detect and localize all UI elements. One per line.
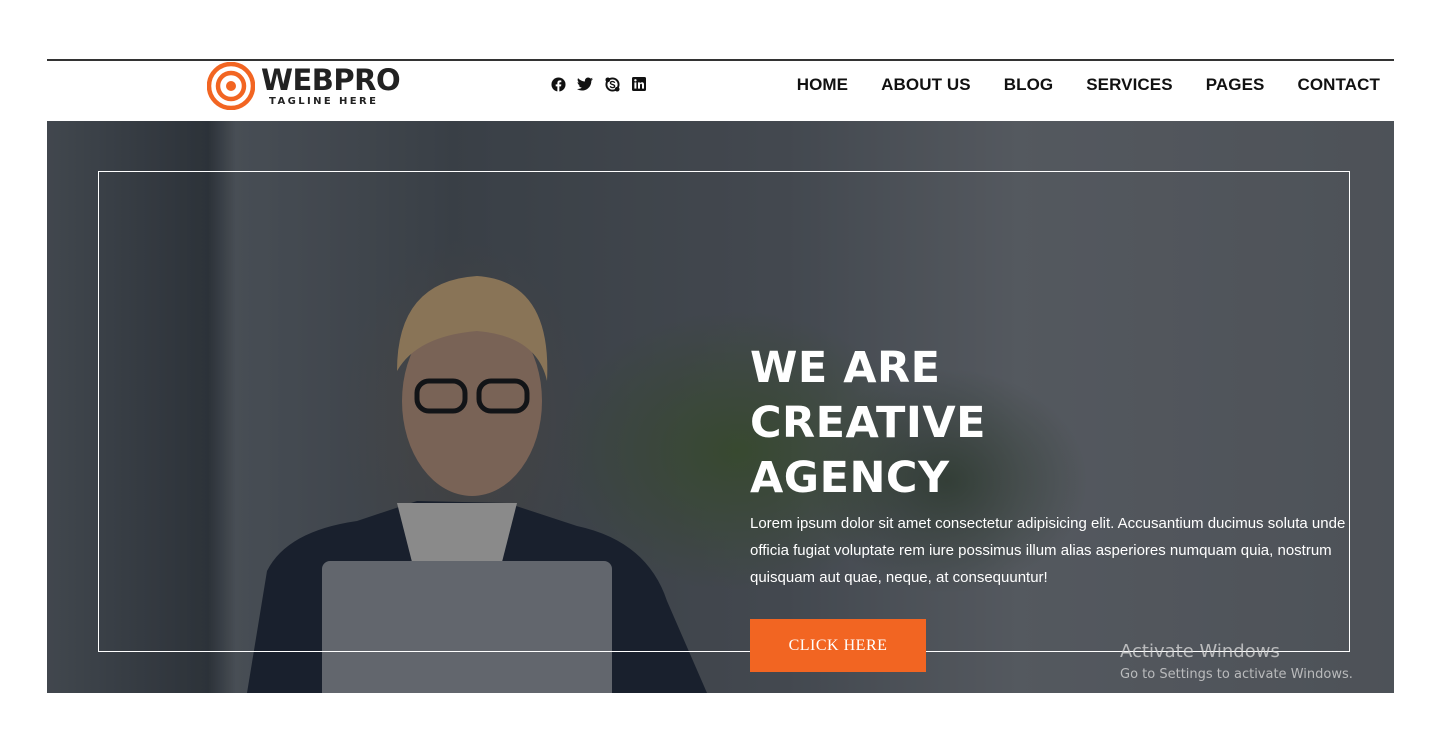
skype-icon[interactable] — [604, 76, 620, 92]
logo[interactable]: WEBPRO TAGLINE HERE — [206, 61, 401, 111]
main-nav: HOME ABOUT US BLOG SERVICES PAGES CONTAC… — [797, 75, 1380, 95]
click-here-button[interactable]: CLICK HERE — [750, 619, 926, 672]
twitter-icon[interactable] — [577, 76, 593, 92]
nav-services[interactable]: SERVICES — [1086, 75, 1172, 95]
hero-title-line-2: CREATIVE — [750, 398, 986, 448]
watermark-title: Activate Windows — [1120, 641, 1280, 662]
linkedin-icon[interactable] — [631, 76, 647, 92]
hero-content: WE ARE CREATIVE AGENCY Lorem ipsum dolor… — [750, 341, 1350, 672]
hero-title-line-3: AGENCY — [750, 453, 950, 503]
logo-text: WEBPRO TAGLINE HERE — [261, 62, 401, 107]
nav-about-us[interactable]: ABOUT US — [881, 75, 971, 95]
nav-contact[interactable]: CONTACT — [1297, 75, 1380, 95]
social-links — [550, 76, 647, 92]
windows-activation-watermark: Activate Windows Go to Settings to activ… — [1120, 641, 1353, 685]
site-header: WEBPRO TAGLINE HERE HOME ABOUT US BLOG S… — [47, 61, 1394, 121]
brand-name: WEBPRO — [261, 62, 401, 97]
brand-tagline: TAGLINE HERE — [269, 95, 379, 107]
watermark-subtitle: Go to Settings to activate Windows. — [1120, 667, 1353, 682]
nav-home[interactable]: HOME — [797, 75, 848, 95]
nav-blog[interactable]: BLOG — [1004, 75, 1054, 95]
hero-banner: WE ARE CREATIVE AGENCY Lorem ipsum dolor… — [47, 121, 1394, 693]
facebook-icon[interactable] — [550, 76, 566, 92]
hero-description: Lorem ipsum dolor sit amet consectetur a… — [750, 515, 1346, 586]
target-logo-icon — [206, 61, 256, 111]
nav-pages[interactable]: PAGES — [1206, 75, 1265, 95]
hero-title: WE ARE CREATIVE AGENCY — [750, 341, 1050, 506]
hero-title-line-1: WE ARE — [750, 343, 941, 393]
